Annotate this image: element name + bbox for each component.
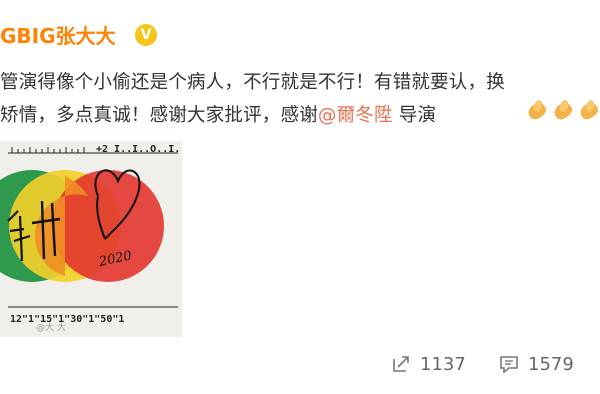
clasped-hands-icon [551, 98, 575, 122]
image-caption: @大 大 [36, 323, 66, 333]
comment-count: 1579 [528, 353, 574, 375]
forward-button[interactable]: 1137 [390, 353, 466, 375]
post-text-segment: 矫情，多点真诚！感谢大家批评，感谢 [0, 105, 318, 126]
verified-badge-icon: V [135, 24, 157, 46]
clasped-hands-icon [525, 98, 549, 122]
post-text-line-2: 矫情，多点真诚！感谢大家批评，感谢@爾冬陞 导演 [0, 101, 436, 127]
bottom-ruler-text: 12"1"15"1"30"1"50"1 [10, 314, 124, 325]
mention-link[interactable]: @爾冬陞 [318, 105, 393, 126]
comment-icon [498, 353, 520, 375]
post-text-segment: 导演 [392, 105, 437, 126]
emoji-group [525, 98, 600, 122]
clasped-hands-icon [577, 98, 600, 122]
post-author[interactable]: GBIG张大大 [0, 20, 116, 49]
post-text-line-1: 管演得像个小偷还是个病人，不行就是不行！有错就要认，换 [0, 72, 505, 93]
comment-button[interactable]: 1579 [498, 353, 574, 375]
forward-count: 1137 [420, 353, 466, 375]
post-image[interactable]: +2 I..I..O..I..I 2020 12"1"15"1"30"1"50"… [0, 141, 182, 337]
top-ruler-text: +2 I..I..O..I..I [96, 144, 182, 155]
post-image-art: +2 I..I..O..I..I 2020 12"1"15"1"30"1"50"… [0, 141, 182, 337]
forward-icon [390, 353, 412, 375]
